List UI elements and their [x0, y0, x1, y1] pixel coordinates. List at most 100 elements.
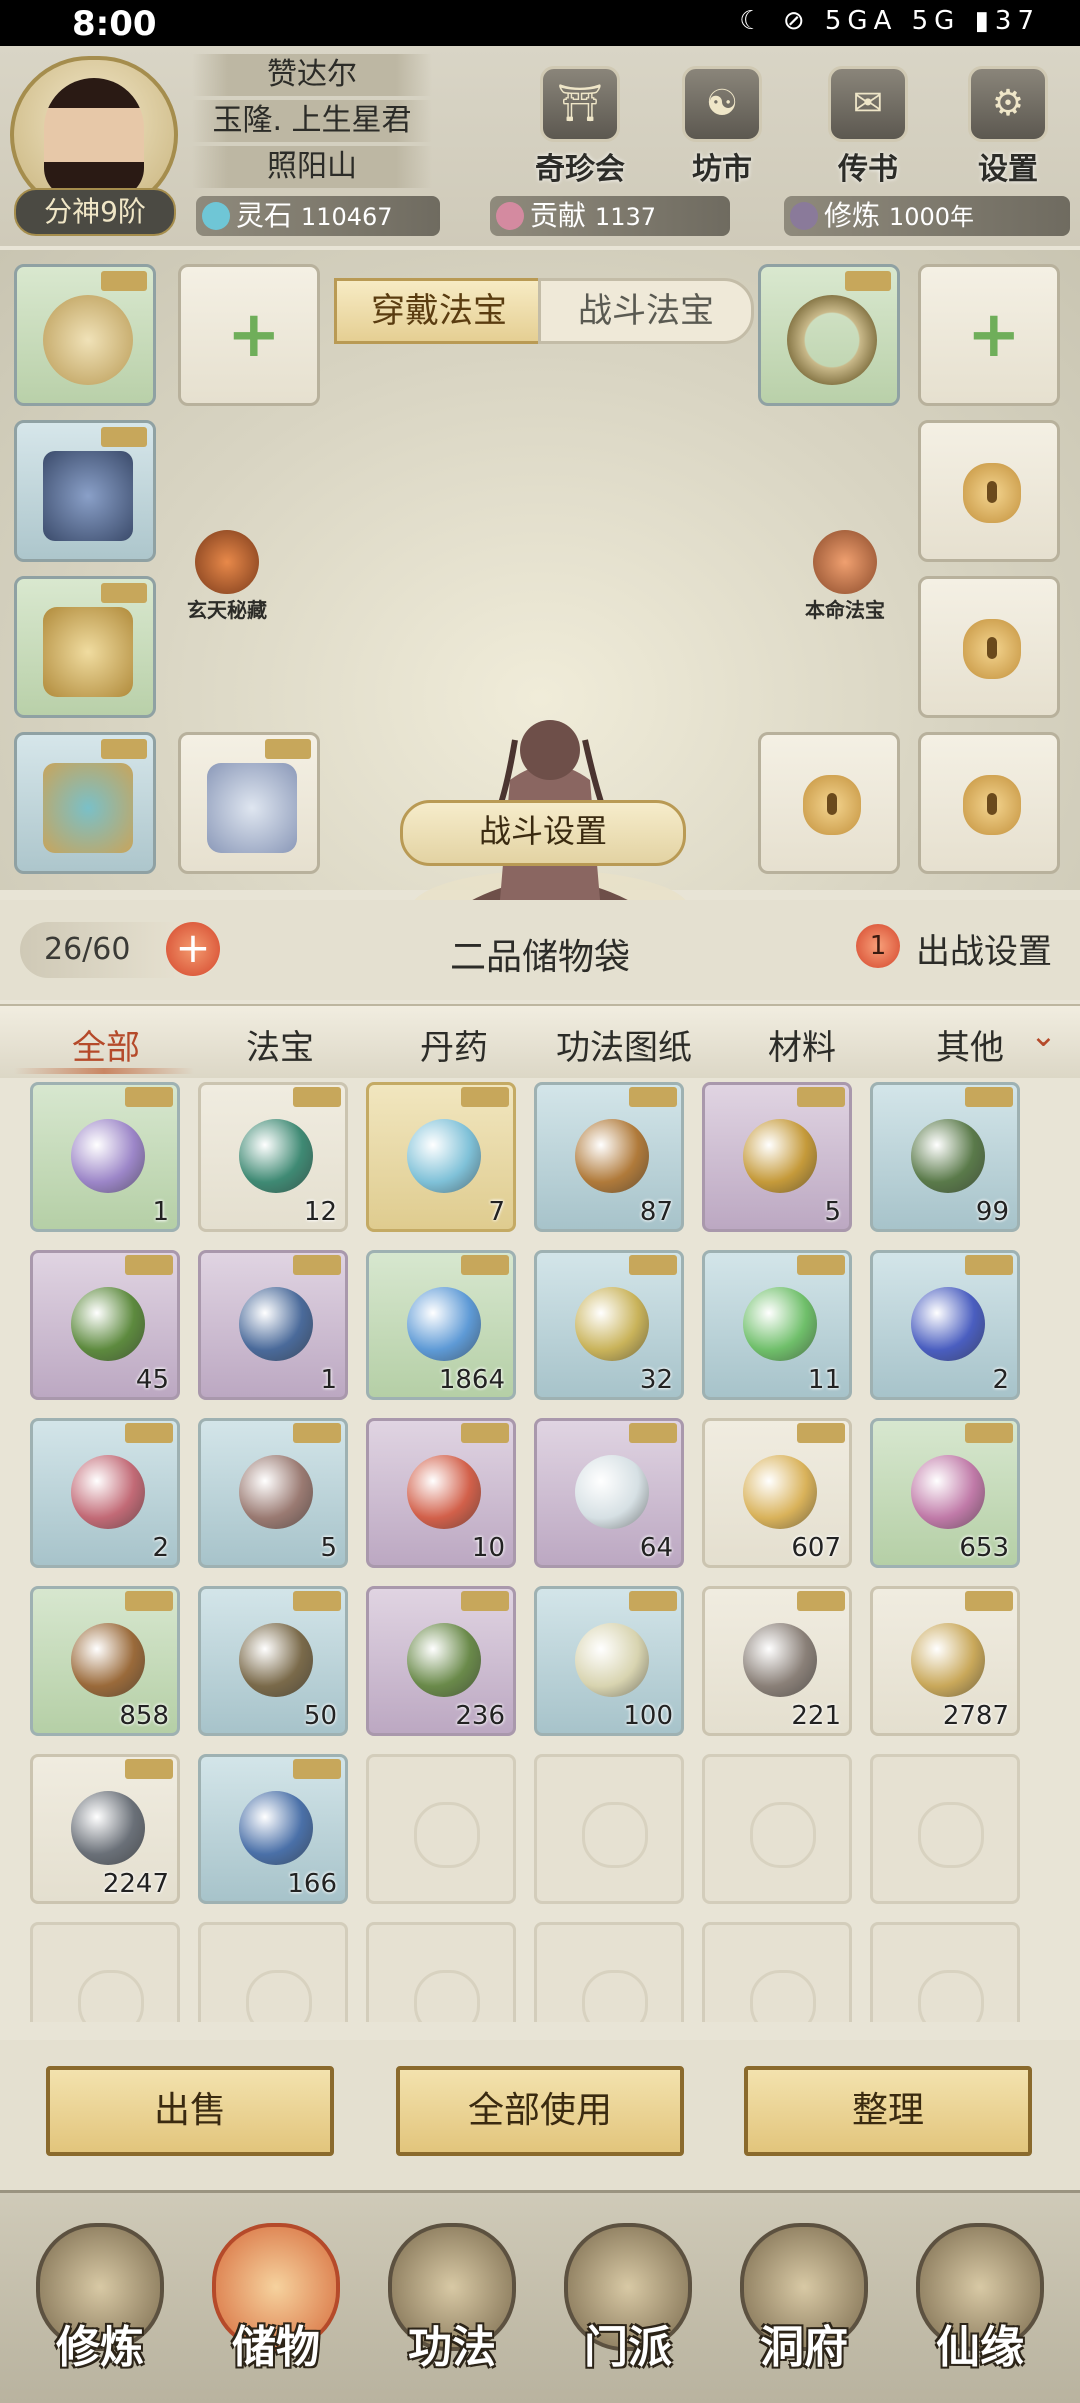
mystic-vault-label: 玄天秘藏	[187, 598, 267, 622]
category-tabs: 全部 法宝 丹药 功法图纸 材料 其他 ⌄	[0, 1004, 1080, 1078]
natal-treasure-label: 本命法宝	[805, 598, 885, 622]
use-all-button[interactable]: 全部使用	[396, 2066, 684, 2156]
add-equipment-slot-left[interactable]: +	[178, 264, 320, 406]
item-quantity: 607	[791, 1533, 841, 1563]
item-icon	[575, 1287, 649, 1361]
natal-treasure-button[interactable]: 本命法宝	[790, 530, 900, 623]
item-icon	[743, 1623, 817, 1697]
market-button[interactable]: ☯ 坊市	[672, 66, 772, 187]
add-equipment-slot-right[interactable]: +	[918, 264, 1060, 406]
tab-wear-treasure[interactable]: 穿戴法宝	[334, 278, 544, 344]
item-icon	[743, 1119, 817, 1193]
battle-settings-button[interactable]: 战斗设置	[400, 800, 686, 866]
chevron-down-icon[interactable]: ⌄	[1030, 1016, 1057, 1054]
item-icon	[407, 1119, 481, 1193]
empty-slot[interactable]	[30, 1922, 180, 2022]
tab-all[interactable]: 全部	[72, 1020, 140, 1069]
empty-slot[interactable]	[198, 1922, 348, 2022]
empty-slot[interactable]	[534, 1754, 684, 1904]
empty-slot[interactable]	[534, 1922, 684, 2022]
deploy-count-badge: 1	[856, 924, 900, 968]
inventory-item[interactable]: 2	[30, 1418, 180, 1568]
armor-slot[interactable]	[14, 420, 156, 562]
inventory-item[interactable]: 32	[534, 1250, 684, 1400]
sell-button[interactable]: 出售	[46, 2066, 334, 2156]
ring-slot[interactable]	[758, 264, 900, 406]
nav-techniques[interactable]: 功法	[372, 2223, 532, 2393]
deploy-settings-button[interactable]: 出战设置	[916, 924, 1052, 973]
sort-button[interactable]: 整理	[744, 2066, 1032, 2156]
avatar-portrait	[44, 78, 144, 198]
inventory-item[interactable]: 2247	[30, 1754, 180, 1904]
locked-slot[interactable]	[758, 732, 900, 874]
item-tag-icon	[629, 1423, 677, 1443]
pants-slot[interactable]	[14, 732, 156, 874]
item-icon	[239, 1455, 313, 1529]
inventory-item[interactable]: 99	[870, 1082, 1020, 1232]
clock: 8:00	[72, 4, 157, 44]
inventory-item[interactable]: 5	[198, 1418, 348, 1568]
tab-materials[interactable]: 材料	[768, 1020, 836, 1069]
inventory-item[interactable]: 607	[702, 1418, 852, 1568]
item-icon	[239, 1287, 313, 1361]
inventory-item[interactable]: 7	[366, 1082, 516, 1232]
scroll-mail-icon: ✉	[828, 66, 908, 142]
empty-slot[interactable]	[702, 1922, 852, 2022]
tab-pills[interactable]: 丹药	[420, 1020, 488, 1069]
expand-bag-button[interactable]: +	[166, 922, 220, 976]
nav-fate[interactable]: 仙缘	[900, 2223, 1060, 2393]
robe-icon	[43, 451, 133, 541]
locked-slot[interactable]	[918, 732, 1060, 874]
locked-slot[interactable]	[918, 420, 1060, 562]
settings-button[interactable]: ⚙ 设置	[958, 66, 1058, 187]
spirit-stone-label: 灵石	[236, 199, 293, 232]
inventory-item[interactable]: 100	[534, 1586, 684, 1736]
inventory-item[interactable]: 50	[198, 1586, 348, 1736]
necklace-slot[interactable]	[14, 264, 156, 406]
inventory-item[interactable]: 236	[366, 1586, 516, 1736]
nav-cultivate[interactable]: 修炼	[20, 2223, 180, 2393]
inventory-item[interactable]: 64	[534, 1418, 684, 1568]
inventory-item[interactable]: 11	[702, 1250, 852, 1400]
inventory-item[interactable]: 1	[198, 1250, 348, 1400]
inventory-item[interactable]: 2	[870, 1250, 1020, 1400]
nav-storage[interactable]: 储物	[196, 2223, 356, 2393]
lock-icon	[963, 619, 1021, 679]
tab-blueprints[interactable]: 功法图纸	[556, 1020, 692, 1069]
tab-battle-treasure[interactable]: 战斗法宝	[538, 278, 754, 344]
inventory-item[interactable]: 1	[30, 1082, 180, 1232]
empty-slot[interactable]	[870, 1922, 1020, 2022]
tab-treasure[interactable]: 法宝	[246, 1020, 314, 1069]
item-quantity: 7	[488, 1197, 505, 1227]
inventory-item[interactable]: 653	[870, 1418, 1020, 1568]
item-quantity: 50	[303, 1701, 337, 1731]
player-header: 分神9阶 赞达尔 玉隆. 上生星君 照阳山 ⛩ 奇珍会 ☯ 坊市 ✉ 传书 ⚙ …	[0, 46, 1080, 246]
inventory-item[interactable]: 10	[366, 1418, 516, 1568]
item-quantity: 2	[992, 1365, 1009, 1395]
boots-slot[interactable]	[178, 732, 320, 874]
item-tag-icon	[125, 1255, 173, 1275]
contribution-label: 贡献	[530, 199, 587, 232]
empty-slot[interactable]	[366, 1922, 516, 2022]
inventory-item[interactable]: 1864	[366, 1250, 516, 1400]
locked-slot[interactable]	[918, 576, 1060, 718]
nav-cave[interactable]: 洞府	[724, 2223, 884, 2393]
inventory-item[interactable]: 858	[30, 1586, 180, 1736]
inventory-item[interactable]: 166	[198, 1754, 348, 1904]
inventory-item[interactable]: 2787	[870, 1586, 1020, 1736]
inventory-item[interactable]: 45	[30, 1250, 180, 1400]
empty-slot[interactable]	[870, 1754, 1020, 1904]
empty-slot[interactable]	[702, 1754, 852, 1904]
nav-label: 储物	[232, 2322, 320, 2373]
inventory-item[interactable]: 5	[702, 1082, 852, 1232]
gloves-slot[interactable]	[14, 576, 156, 718]
inventory-item[interactable]: 12	[198, 1082, 348, 1232]
inventory-item[interactable]: 221	[702, 1586, 852, 1736]
treasure-shop-button[interactable]: ⛩ 奇珍会	[530, 66, 630, 187]
nav-sect[interactable]: 门派	[548, 2223, 708, 2393]
mail-button[interactable]: ✉ 传书	[818, 66, 918, 187]
mystic-vault-button[interactable]: 玄天秘藏	[172, 530, 282, 623]
empty-slot[interactable]	[366, 1754, 516, 1904]
inventory-item[interactable]: 87	[534, 1082, 684, 1232]
tab-other[interactable]: 其他	[936, 1020, 1004, 1069]
